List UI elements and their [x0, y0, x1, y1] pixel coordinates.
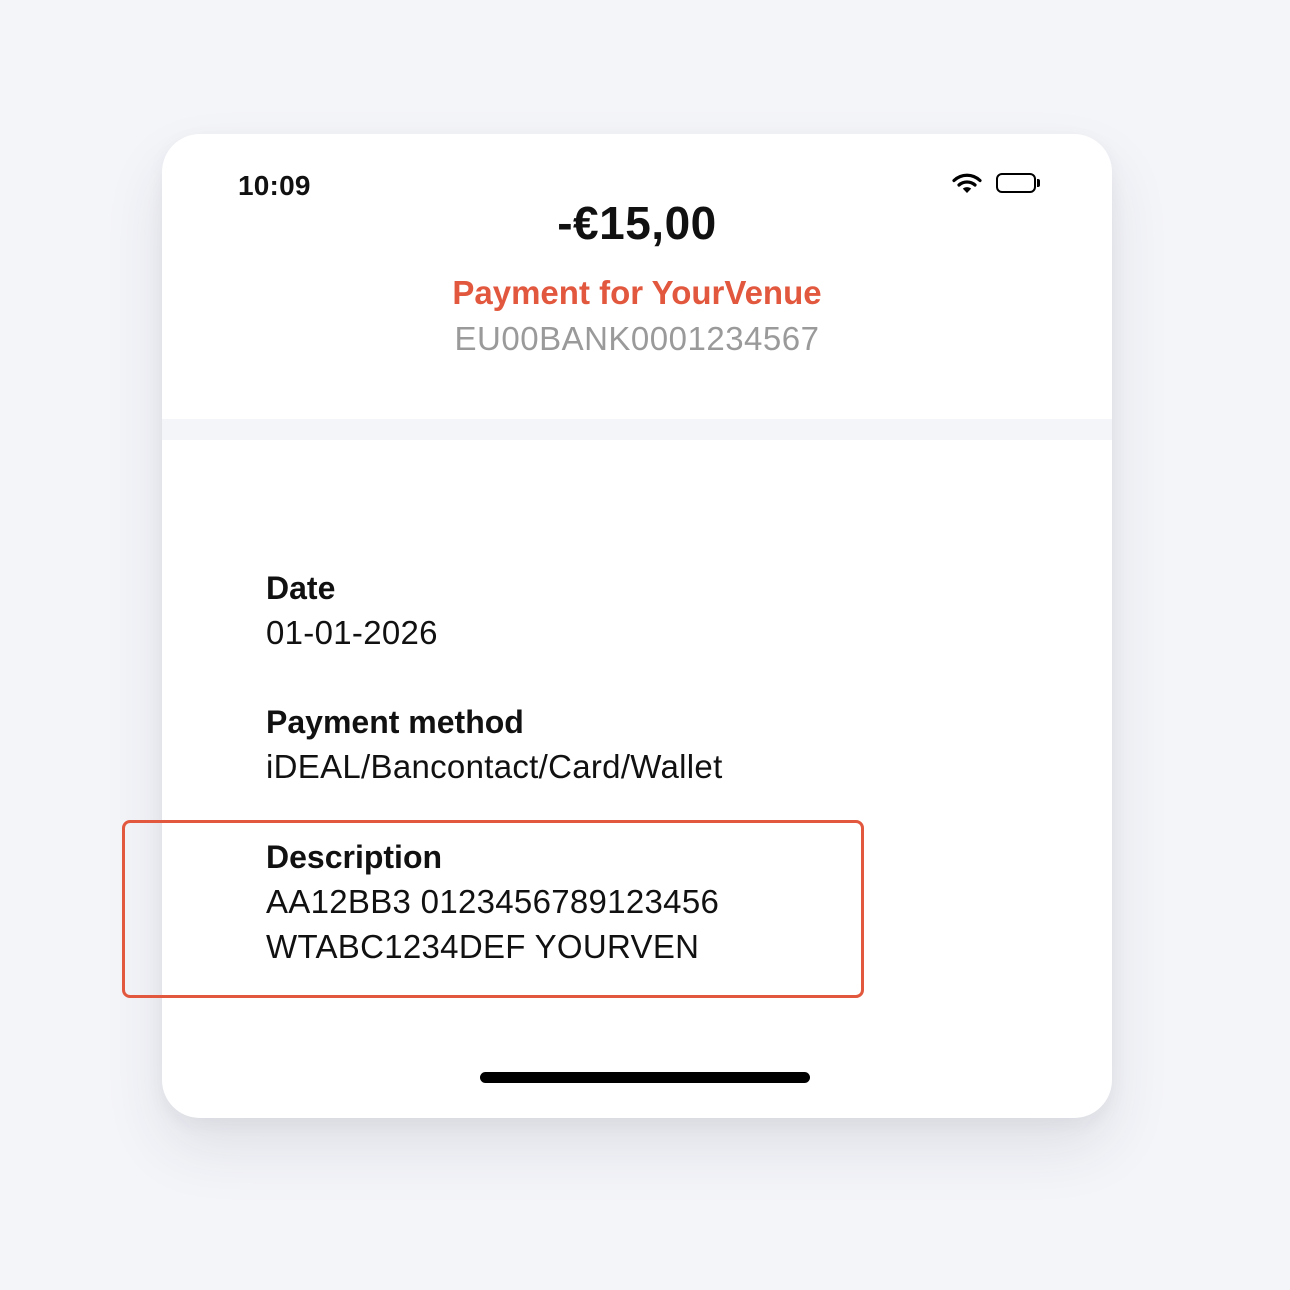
section-divider [162, 419, 1112, 440]
wifi-icon [952, 172, 982, 194]
payment-method-row: Payment method iDEAL/Bancontact/Card/Wal… [266, 700, 723, 789]
battery-icon [996, 173, 1040, 193]
transaction-amount: -€15,00 [557, 197, 717, 249]
date-row: Date 01-01-2026 [266, 566, 438, 655]
date-value: 01-01-2026 [266, 614, 438, 651]
description-highlight-box [122, 820, 864, 998]
payment-method-value: iDEAL/Bancontact/Card/Wallet [266, 748, 723, 785]
date-label: Date [266, 570, 336, 606]
status-bar-icons [952, 172, 1040, 194]
account-number: EU00BANK0001234567 [454, 320, 820, 357]
payment-method-label: Payment method [266, 704, 524, 740]
home-indicator[interactable] [480, 1072, 810, 1083]
payee-name: Payment for YourVenue [452, 274, 822, 311]
